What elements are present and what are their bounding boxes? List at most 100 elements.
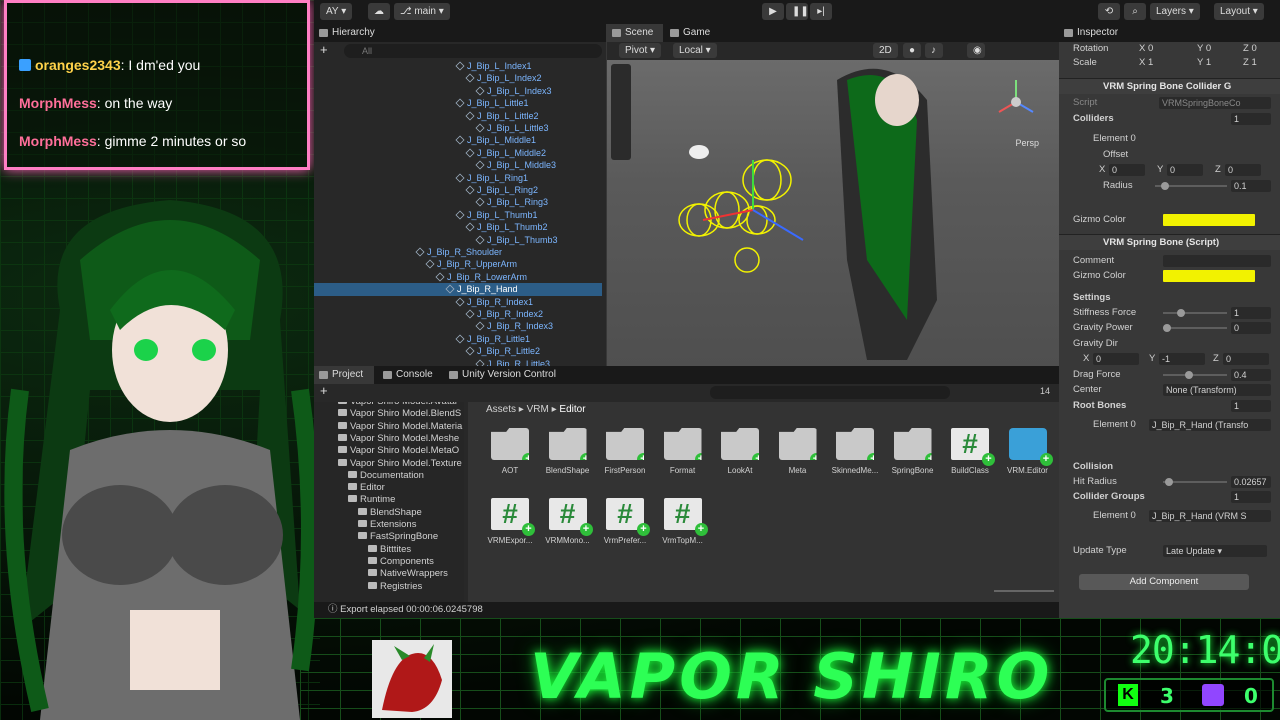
folder-asset[interactable]: + BlendShape xyxy=(540,428,596,475)
hierarchy-item[interactable]: J_Bip_L_Middle2 xyxy=(465,147,546,159)
hierarchy-item[interactable]: J_Bip_L_Thumb3 xyxy=(475,234,558,246)
collider-group-header[interactable]: VRM Spring Bone Collider G xyxy=(1059,78,1280,94)
hit-radius-field[interactable]: 0.02657 xyxy=(1231,476,1271,488)
colliders-count[interactable]: 1 xyxy=(1231,113,1271,125)
project-tree-item[interactable]: Vapor Shiro Model.Texture xyxy=(338,458,462,469)
breadcrumb-item[interactable]: VRM xyxy=(527,404,549,415)
gravity-x-field[interactable]: 0 xyxy=(1093,353,1139,365)
project-tree-item[interactable]: BlendShape xyxy=(358,507,422,518)
script-asset[interactable]: # + VRMExpor... xyxy=(482,498,538,545)
center-field[interactable]: None (Transform) xyxy=(1163,384,1271,396)
tab-scene[interactable]: Scene xyxy=(607,24,663,42)
hierarchy-item[interactable]: J_Bip_L_Index3 xyxy=(475,85,552,97)
gizmo-color-swatch[interactable] xyxy=(1163,214,1255,226)
pivot-dropdown[interactable]: Pivot ▾ xyxy=(619,43,662,58)
tab-hierarchy[interactable]: Hierarchy xyxy=(314,24,375,42)
hierarchy-item[interactable]: J_Bip_R_Index3 xyxy=(475,320,553,332)
drag-slider[interactable] xyxy=(1163,368,1227,382)
gravity-power-slider[interactable] xyxy=(1163,321,1227,335)
hierarchy-item[interactable]: J_Bip_R_Shoulder xyxy=(415,246,502,258)
orientation-gizmo[interactable] xyxy=(991,74,1041,124)
tab-game[interactable]: Game xyxy=(665,24,710,42)
scene-tool-strip[interactable] xyxy=(611,64,631,160)
scene-viewport[interactable]: Persp xyxy=(607,60,1059,366)
script-asset[interactable]: # + VrmPrefer... xyxy=(597,498,653,545)
hierarchy-item[interactable]: J_Bip_R_LowerArm xyxy=(435,271,527,283)
folder-asset[interactable]: + Meta xyxy=(770,428,826,475)
update-type-dropdown[interactable]: Late Update ▾ xyxy=(1163,545,1267,557)
audio-icon[interactable]: ♪ xyxy=(925,43,943,58)
hierarchy-item[interactable]: J_Bip_R_Little1 xyxy=(455,333,530,345)
add-component-button[interactable]: Add Component xyxy=(1079,574,1249,590)
breadcrumb-item[interactable]: Editor xyxy=(559,404,585,415)
project-tree-item[interactable]: Bitttites xyxy=(368,544,411,555)
persp-label[interactable]: Persp xyxy=(1015,138,1039,148)
project-tree-item[interactable]: Vapor Shiro Model.Materia xyxy=(338,421,462,432)
script-asset[interactable]: + VRM.Editor xyxy=(1000,428,1056,475)
script-asset[interactable]: # + VRMMono... xyxy=(540,498,596,545)
hierarchy-item[interactable]: J_Bip_R_Little2 xyxy=(465,345,540,357)
hierarchy-item[interactable]: J_Bip_L_Little2 xyxy=(465,110,539,122)
hierarchy-item[interactable]: J_Bip_L_Index2 xyxy=(465,72,542,84)
hierarchy-item[interactable]: J_Bip_R_Hand xyxy=(314,283,602,296)
folder-asset[interactable]: + Format xyxy=(655,428,711,475)
stiffness-slider[interactable] xyxy=(1163,306,1227,320)
hierarchy-item[interactable]: J_Bip_L_Thumb2 xyxy=(465,221,548,233)
offset-y-field[interactable]: 0 xyxy=(1167,164,1203,176)
hierarchy-item[interactable]: J_Bip_L_Ring2 xyxy=(465,184,538,196)
hierarchy-item[interactable]: J_Bip_R_Index1 xyxy=(455,296,533,308)
add-icon[interactable]: + xyxy=(320,383,328,398)
hierarchy-item[interactable]: J_Bip_L_Middle3 xyxy=(475,159,556,171)
gravity-power-field[interactable]: 0 xyxy=(1231,322,1271,334)
gravity-z-field[interactable]: 0 xyxy=(1223,353,1269,365)
offset-z-field[interactable]: 0 xyxy=(1225,164,1261,176)
hit-radius-slider[interactable] xyxy=(1163,475,1227,489)
tab-console[interactable]: Console xyxy=(378,366,433,384)
tab-project[interactable]: Project xyxy=(314,366,374,384)
gizmos-icon[interactable]: ◉ xyxy=(967,43,985,58)
search-icon[interactable]: ⌕ xyxy=(1124,3,1146,20)
hierarchy-search-input[interactable]: All xyxy=(344,44,602,58)
offset-x-field[interactable]: 0 xyxy=(1109,164,1145,176)
collider-groups-count[interactable]: 1 xyxy=(1231,491,1271,503)
add-icon[interactable]: + xyxy=(320,42,328,57)
project-tree-item[interactable]: Vapor Shiro Model.BlendS xyxy=(338,408,461,419)
folder-asset[interactable]: + SpringBone xyxy=(885,428,941,475)
project-tree-item[interactable]: Registries xyxy=(368,581,422,592)
gravity-y-field[interactable]: -1 xyxy=(1159,353,1205,365)
hierarchy-item[interactable]: J_Bip_L_Ring1 xyxy=(455,172,528,184)
cg-element-field[interactable]: J_Bip_R_Hand (VRM S xyxy=(1149,510,1271,522)
cloud-icon[interactable]: ☁ xyxy=(368,3,390,20)
hierarchy-item[interactable]: J_Bip_L_Ring3 xyxy=(475,196,548,208)
project-tree-item[interactable]: Extensions xyxy=(358,519,416,530)
project-tree-item[interactable]: NativeWrappers xyxy=(368,568,448,579)
project-tree-item[interactable]: Vapor Shiro Model.MetaO xyxy=(338,445,459,456)
hierarchy-item[interactable]: J_Bip_L_Thumb1 xyxy=(455,209,538,221)
radius-slider[interactable] xyxy=(1155,179,1227,193)
project-tree-item[interactable]: Runtime xyxy=(348,494,395,505)
project-tree-item[interactable]: Editor xyxy=(348,482,385,493)
hierarchy-item[interactable]: J_Bip_R_Index2 xyxy=(465,308,543,320)
project-tree-item[interactable]: Documentation xyxy=(348,470,424,481)
hierarchy-item[interactable]: J_Bip_R_UpperArm xyxy=(425,258,517,270)
project-tree-item[interactable]: Vapor Shiro Model.Meshe xyxy=(338,433,459,444)
lighting-icon[interactable]: ● xyxy=(903,43,921,58)
project-search-input[interactable] xyxy=(710,386,950,399)
drag-field[interactable]: 0.4 xyxy=(1231,369,1271,381)
hierarchy-item[interactable]: J_Bip_L_Index1 xyxy=(455,60,532,72)
tab-inspector[interactable]: Inspector xyxy=(1059,24,1118,42)
comment-field[interactable] xyxy=(1163,255,1271,267)
project-tree-item[interactable]: FastSpringBone xyxy=(358,531,438,542)
script-asset[interactable]: # + VrmTopM... xyxy=(655,498,711,545)
folder-asset[interactable]: + SkinnedMe... xyxy=(827,428,883,475)
project-tree-item[interactable]: Vapor Shiro Model.Avatar xyxy=(338,402,458,407)
root-element-field[interactable]: J_Bip_R_Hand (Transfo xyxy=(1149,419,1271,431)
layers-dropdown[interactable]: Layers ▾ xyxy=(1150,3,1200,20)
folder-asset[interactable]: + AOT xyxy=(482,428,538,475)
hierarchy-item[interactable]: J_Bip_L_Middle1 xyxy=(455,134,536,146)
layout-dropdown[interactable]: Layout ▾ xyxy=(1214,3,1264,20)
breadcrumb-item[interactable]: Assets xyxy=(486,404,516,415)
gizmo-color-swatch[interactable] xyxy=(1163,270,1255,282)
element-label[interactable]: Element 0 xyxy=(1093,132,1280,146)
project-tree-item[interactable]: Components xyxy=(368,556,434,567)
